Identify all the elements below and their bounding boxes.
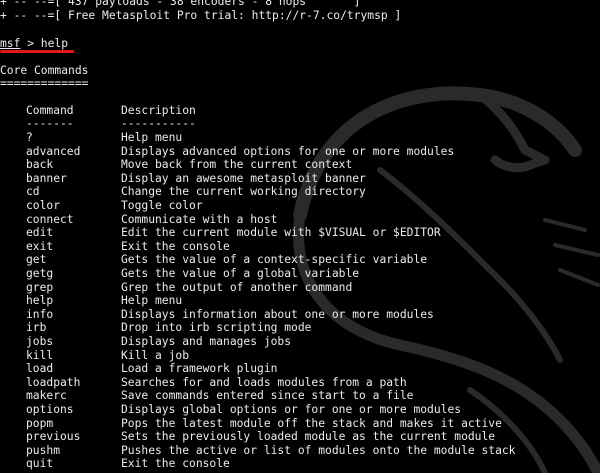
command-description: Exit the console [121, 239, 230, 253]
command-description: Communicate with a host [121, 212, 278, 226]
banner-payloads-line: + -- --=[ 437 payloads - 38 encoders - 8… [0, 0, 361, 8]
command-description: Load a framework plugin [121, 362, 278, 376]
prompt-name: msf [0, 37, 21, 50]
command-name: info [26, 307, 54, 321]
command-description: Edit the current module with $VISUAL or … [121, 226, 441, 240]
command-description: Searches for and loads modules from a pa… [121, 375, 407, 389]
command-description: Displays and manages jobs [121, 335, 292, 348]
command-name: options [26, 403, 74, 416]
section-underline: ============= [0, 77, 89, 90]
prompt-command: > help [20, 37, 69, 50]
command-name: quit [26, 457, 54, 471]
column-separator-description: ----------- [121, 117, 196, 130]
command-name: connect [26, 212, 74, 226]
command-name: loadpath [26, 375, 81, 389]
command-name: irb [26, 321, 47, 335]
command-description: Help menu [121, 131, 183, 144]
command-description: Drop into irb scripting mode [121, 321, 312, 335]
column-header-description: Description [121, 104, 196, 117]
command-name: cd [26, 185, 40, 199]
terminal-window[interactable]: + -- --=[ 437 payloads - 38 encoders - 8… [0, 0, 600, 473]
command-prompt[interactable]: msf > help [0, 37, 68, 50]
command-description: Gets the value of a global variable [121, 267, 360, 280]
command-description: Kill a job [121, 348, 190, 362]
highlight-underline [0, 50, 74, 53]
command-description: Move back from the current context [121, 158, 353, 172]
banner-trial-line: + -- --=[ Free Metasploit Pro trial: htt… [0, 9, 402, 22]
command-description: Change the current working directory [121, 185, 366, 199]
command-name: getg [26, 267, 54, 280]
command-description: Grep the output of another command [121, 280, 353, 294]
command-name: previous [26, 430, 81, 444]
section-title: Core Commands [0, 64, 89, 77]
command-description: Displays advanced options for one or mor… [121, 144, 455, 158]
command-description: Displays information about one or more m… [121, 307, 434, 321]
command-name: kill [26, 348, 54, 362]
command-name: ? [26, 131, 33, 144]
command-description: Help menu [121, 294, 183, 308]
command-description: Exit the console [121, 457, 230, 471]
command-name: grep [26, 280, 54, 294]
command-name: popm [26, 416, 54, 430]
command-name: back [26, 158, 54, 172]
command-name: get [26, 253, 47, 267]
command-name: color [26, 199, 61, 212]
command-name: jobs [26, 335, 54, 348]
command-name: banner [26, 171, 67, 185]
command-description: Toggle color [121, 199, 203, 212]
command-name: exit [26, 239, 54, 253]
command-name: edit [26, 226, 54, 240]
command-description: Pops the latest module off the stack and… [121, 416, 502, 430]
command-description: Pushes the active or list of modules ont… [121, 443, 516, 457]
command-name: advanced [26, 144, 81, 158]
command-description: Sets the previously loaded module as the… [121, 430, 496, 444]
command-description: Displays global options or for one or mo… [121, 403, 462, 416]
command-description: Display an awesome metasploit banner [121, 171, 366, 185]
command-description: Gets the value of a context-specific var… [121, 253, 428, 267]
command-name: pushm [26, 443, 61, 457]
column-separator-command: ------- [26, 117, 74, 130]
command-name: makerc [26, 389, 67, 403]
command-description: Save commands entered since start to a f… [121, 389, 414, 403]
column-header-command: Command [26, 104, 74, 117]
command-name: load [26, 362, 54, 376]
command-name: help [26, 294, 54, 308]
